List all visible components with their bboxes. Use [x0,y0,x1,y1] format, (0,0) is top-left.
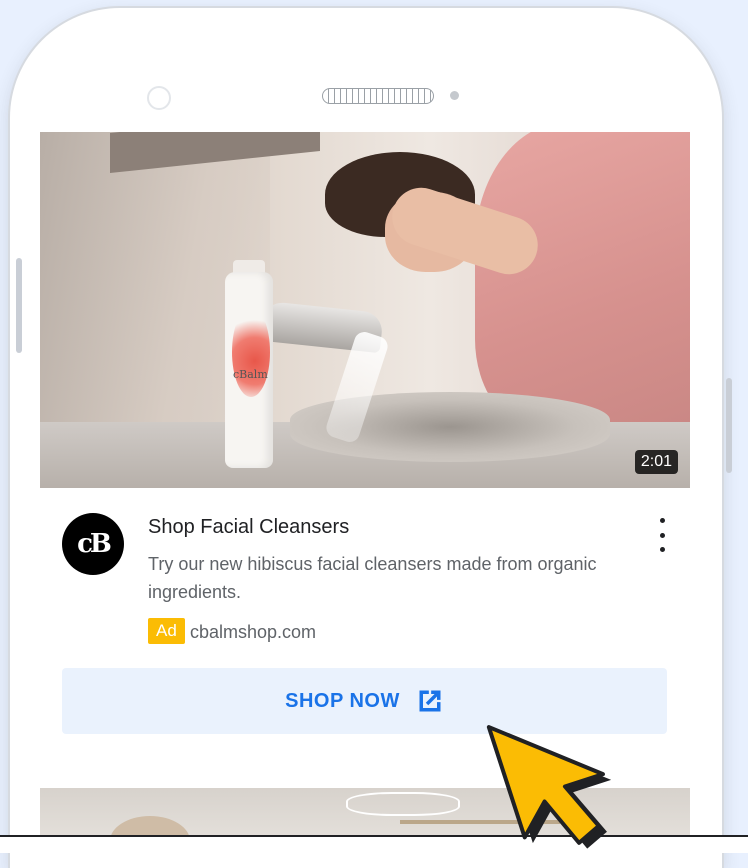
front-camera [147,86,171,110]
proximity-sensor [450,91,459,100]
video-duration: 2:01 [634,450,678,474]
ceiling-lamp [346,792,460,816]
mouse-pointer-icon [486,725,612,849]
bottle-brand-logo: cBalm [233,368,268,381]
ad-badge: Ad [148,618,185,644]
earpiece-speaker [322,88,434,104]
side-button-right [726,378,732,473]
shop-now-label: SHOP NOW [285,689,400,712]
side-button-left [16,258,22,353]
ad-domain[interactable]: cbalmshop.com [190,619,316,645]
open-in-new-icon [419,690,441,712]
hibiscus-art [232,307,270,397]
video-thumbnail[interactable]: cBalm 2:01 [40,132,690,488]
person-robe [475,132,690,432]
ad-title[interactable]: Shop Facial Cleansers [148,516,349,539]
advertiser-avatar[interactable]: cB [62,513,124,575]
ad-description: Try our new hibiscus facial cleansers ma… [148,554,597,602]
more-vert-icon[interactable] [655,518,669,552]
